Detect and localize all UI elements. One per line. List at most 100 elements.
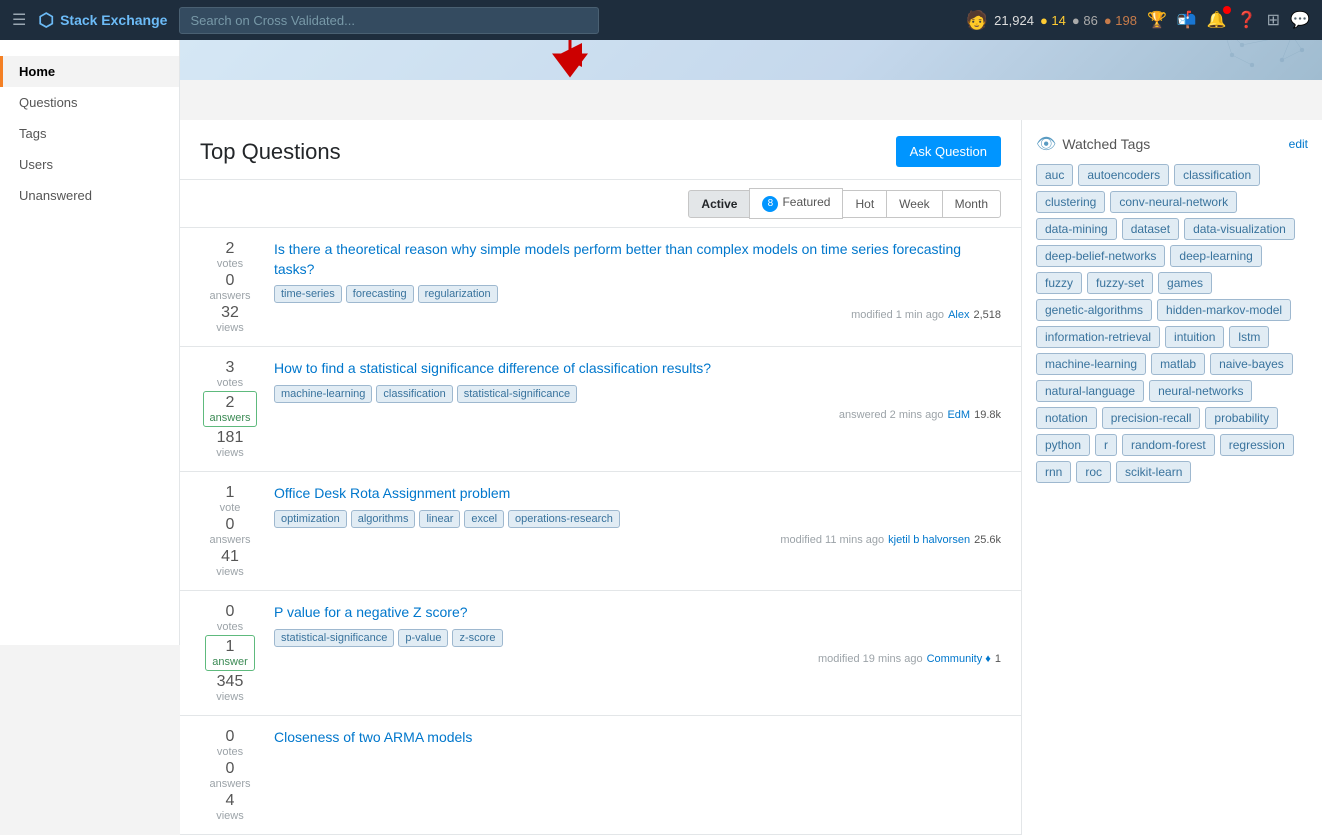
- tag-cloud-item[interactable]: natural-language: [1036, 380, 1144, 402]
- ask-question-button[interactable]: Ask Question: [896, 136, 1001, 167]
- modified-time: modified 11 mins ago: [780, 534, 884, 546]
- user-link[interactable]: Alex: [948, 309, 969, 321]
- user-link[interactable]: kjetil b halvorsen: [888, 534, 970, 546]
- tab-week[interactable]: Week: [886, 190, 942, 218]
- tag-cloud-item[interactable]: genetic-algorithms: [1036, 299, 1152, 321]
- tag-cloud-item[interactable]: regression: [1220, 434, 1294, 456]
- tag-cloud-item[interactable]: python: [1036, 434, 1090, 456]
- tag-cloud-item[interactable]: deep-learning: [1170, 245, 1261, 267]
- tab-hot[interactable]: Hot: [842, 190, 887, 218]
- review-icon[interactable]: 🔔: [1207, 10, 1227, 30]
- tag[interactable]: operations-research: [508, 510, 620, 528]
- tab-month[interactable]: Month: [942, 190, 1001, 218]
- user-rep: 25.6k: [974, 534, 1001, 546]
- tag-cloud-item[interactable]: autoencoders: [1078, 164, 1169, 186]
- tag-cloud-item[interactable]: random-forest: [1122, 434, 1215, 456]
- tag-cloud-item[interactable]: machine-learning: [1036, 353, 1146, 375]
- sidebar-item-questions[interactable]: Questions: [0, 87, 179, 118]
- sidebar-item-home[interactable]: Home: [0, 56, 179, 87]
- tag[interactable]: optimization: [274, 510, 347, 528]
- votes-label: votes: [217, 621, 243, 633]
- tag-cloud-item[interactable]: lstm: [1229, 326, 1269, 348]
- tag-cloud-item[interactable]: naive-bayes: [1210, 353, 1293, 375]
- accepted-answer-box: 2 answers: [203, 391, 258, 427]
- user-link[interactable]: Community ♦: [927, 653, 991, 665]
- view-count: 4: [226, 792, 235, 810]
- watched-tags-title: Watched Tags: [1062, 136, 1150, 152]
- sidebar-item-unanswered[interactable]: Unanswered: [0, 180, 179, 211]
- tag[interactable]: time-series: [274, 285, 342, 303]
- tag-cloud-item[interactable]: clustering: [1036, 191, 1105, 213]
- tag-cloud-item[interactable]: neural-networks: [1149, 380, 1252, 402]
- help-icon[interactable]: ❓: [1237, 10, 1257, 30]
- tag-cloud-item[interactable]: deep-belief-networks: [1036, 245, 1165, 267]
- question-title[interactable]: Office Desk Rota Assignment problem: [274, 484, 1001, 504]
- tab-active[interactable]: Active: [688, 190, 750, 218]
- tag-cloud-item[interactable]: rnn: [1036, 461, 1071, 483]
- tag-cloud-item[interactable]: precision-recall: [1102, 407, 1201, 429]
- tag-cloud-item[interactable]: matlab: [1151, 353, 1205, 375]
- tag[interactable]: z-score: [452, 629, 502, 647]
- tag[interactable]: p-value: [398, 629, 448, 647]
- user-link[interactable]: EdM: [947, 409, 970, 421]
- question-meta: modified 1 min ago Alex 2,518: [274, 309, 1001, 321]
- question-title[interactable]: P value for a negative Z score?: [274, 603, 1001, 623]
- search-input[interactable]: [179, 7, 599, 34]
- achievements-icon[interactable]: 🏆: [1147, 10, 1167, 30]
- tag-cloud-item[interactable]: data-visualization: [1184, 218, 1295, 240]
- question-title[interactable]: Closeness of two ARMA models: [274, 728, 1001, 748]
- tag-cloud-item[interactable]: intuition: [1165, 326, 1224, 348]
- tag-cloud-item[interactable]: information-retrieval: [1036, 326, 1160, 348]
- views-label: views: [216, 691, 244, 703]
- chat-icon[interactable]: 💬: [1290, 10, 1310, 30]
- tag-cloud-item[interactable]: conv-neural-network: [1110, 191, 1237, 213]
- watched-tags-header: 👁 Watched Tags edit: [1036, 134, 1308, 154]
- questions-header: Top Questions Ask Question: [180, 120, 1021, 180]
- widget-title: 👁 Watched Tags: [1036, 134, 1150, 154]
- tag-cloud-item[interactable]: notation: [1036, 407, 1097, 429]
- tag[interactable]: statistical-significance: [274, 629, 394, 647]
- page-title: Top Questions: [200, 139, 341, 165]
- tag[interactable]: regularization: [418, 285, 498, 303]
- stack-exchange-icon[interactable]: ⊞: [1267, 10, 1280, 30]
- vote-count: 0: [226, 603, 235, 621]
- tag-cloud-item[interactable]: probability: [1205, 407, 1278, 429]
- tag[interactable]: classification: [376, 385, 452, 403]
- tag-cloud-item[interactable]: auc: [1036, 164, 1073, 186]
- right-sidebar: 👁 Watched Tags edit auc autoencoders cla…: [1022, 120, 1322, 835]
- tag-cloud-item[interactable]: games: [1158, 272, 1212, 294]
- edit-watched-tags[interactable]: edit: [1289, 137, 1308, 151]
- site-name[interactable]: ⬡ Stack Exchange: [38, 10, 167, 31]
- tag[interactable]: machine-learning: [274, 385, 372, 403]
- tag-cloud-item[interactable]: data-mining: [1036, 218, 1117, 240]
- tag[interactable]: excel: [464, 510, 504, 528]
- tag-cloud-item[interactable]: fuzzy-set: [1087, 272, 1153, 294]
- question-title[interactable]: Is there a theoretical reason why simple…: [274, 240, 1001, 279]
- main-content: Top Questions Ask Question Active 8Featu…: [180, 120, 1322, 835]
- table-row: 1 vote 0 answers 41 views Office Desk Ro…: [180, 472, 1021, 591]
- tag[interactable]: statistical-significance: [457, 385, 577, 403]
- question-title[interactable]: How to find a statistical significance d…: [274, 359, 1001, 379]
- table-row: 3 votes 2 answers 181 views: [180, 347, 1021, 472]
- answers-label: answers: [210, 290, 251, 302]
- sidebar-item-users[interactable]: Users: [0, 149, 179, 180]
- tab-featured[interactable]: 8Featured: [749, 188, 843, 219]
- tag[interactable]: algorithms: [351, 510, 416, 528]
- tag-cloud-item[interactable]: dataset: [1122, 218, 1179, 240]
- tag-cloud-item[interactable]: fuzzy: [1036, 272, 1082, 294]
- tag-cloud-item[interactable]: r: [1095, 434, 1117, 456]
- question-stats: 0 votes 1 answer 345 views: [200, 603, 260, 703]
- tags-cloud: auc autoencoders classification clusteri…: [1036, 164, 1308, 483]
- tag[interactable]: forecasting: [346, 285, 414, 303]
- tag-cloud-item[interactable]: roc: [1076, 461, 1111, 483]
- sidebar-item-tags[interactable]: Tags: [0, 118, 179, 149]
- inbox-icon[interactable]: 📬: [1177, 10, 1197, 30]
- tag-cloud-item[interactable]: scikit-learn: [1116, 461, 1191, 483]
- hamburger-icon[interactable]: ☰: [12, 10, 26, 30]
- tag[interactable]: linear: [419, 510, 460, 528]
- tag-cloud-item[interactable]: hidden-markov-model: [1157, 299, 1291, 321]
- tag-cloud-item[interactable]: classification: [1174, 164, 1260, 186]
- question-stats: 0 votes 0 answers 4 views: [200, 728, 260, 822]
- answer-count: 0: [226, 760, 235, 778]
- views-label: views: [216, 810, 244, 822]
